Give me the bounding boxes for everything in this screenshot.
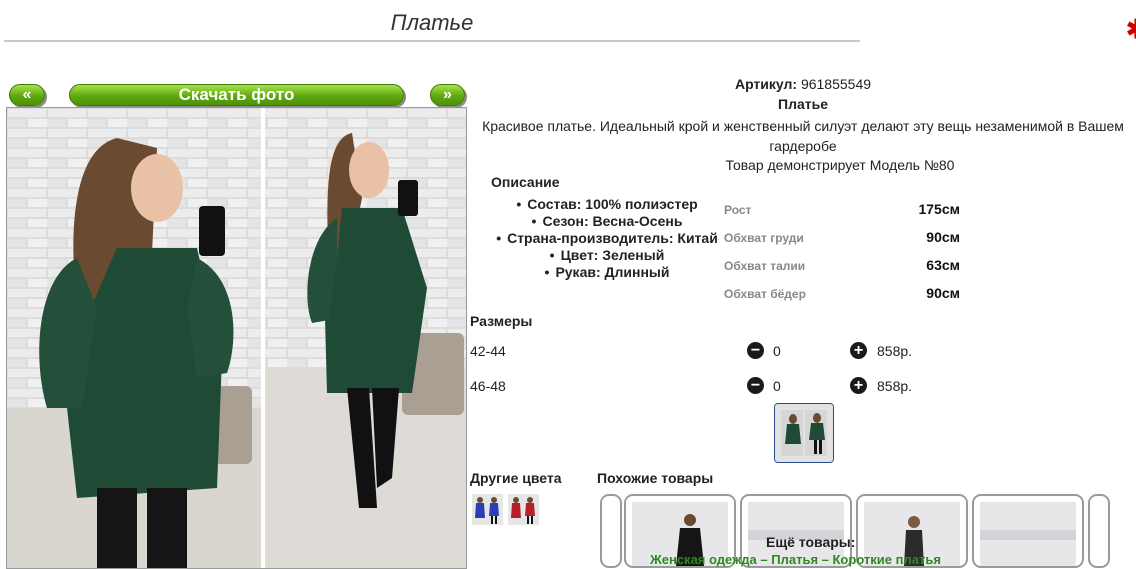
- measurement-row: Обхват бёдер 90см: [724, 285, 960, 305]
- size-row: 42-44 − 0 + 858р.: [470, 340, 950, 362]
- attribute-list: Состав: 100% полиэстер Сезон: Весна-Осен…: [472, 196, 742, 281]
- attribute-item: Цвет: Зеленый: [472, 247, 742, 264]
- measurement-value: 90см: [926, 229, 960, 245]
- product-name: Платье: [778, 96, 828, 112]
- article-value: 961855549: [800, 76, 872, 92]
- size-quantity: 0: [773, 378, 781, 394]
- size-price: 858р.: [877, 378, 913, 394]
- logo-fragment-icon: ✱: [1126, 14, 1136, 44]
- measurement-row: Обхват талии 63см: [724, 257, 960, 277]
- attribute-item: Страна-производитель: Китай: [472, 230, 742, 247]
- other-colors-heading: Другие цвета: [470, 470, 562, 486]
- page-title: Платье: [390, 10, 474, 35]
- more-products-heading: Ещё товары:: [766, 534, 856, 550]
- article-label: Артикул:: [734, 76, 798, 92]
- measurement-row: Рост 175см: [724, 201, 960, 221]
- carousel-next-card[interactable]: [1088, 494, 1110, 568]
- size-label: 46-48: [470, 378, 506, 394]
- plus-circle-icon[interactable]: +: [850, 342, 867, 359]
- product-description: Красивое платье. Идеальный крой и женств…: [482, 118, 1124, 154]
- size-price: 858р.: [877, 343, 913, 359]
- size-row: 46-48 − 0 + 858р.: [470, 375, 950, 397]
- measurement-label: Обхват талии: [724, 259, 806, 273]
- minus-circle-icon[interactable]: −: [747, 377, 764, 394]
- color-variant-image: [508, 494, 539, 525]
- product-photo[interactable]: [6, 107, 467, 569]
- thumbnail-image: [775, 404, 833, 462]
- measurement-row: Обхват груди 90см: [724, 229, 960, 249]
- plus-circle-icon[interactable]: +: [850, 377, 867, 394]
- article-line: Артикул: 961855549: [470, 76, 1136, 92]
- size-quantity: 0: [773, 343, 781, 359]
- attribute-item: Состав: 100% полиэстер: [472, 196, 742, 213]
- carousel-prev-card[interactable]: [600, 494, 622, 568]
- download-photo-button[interactable]: Скачать фото: [69, 84, 404, 106]
- measurement-label: Рост: [724, 203, 752, 217]
- size-label: 42-44: [470, 343, 506, 359]
- product-photo-image: [7, 108, 466, 568]
- color-variant-image: [472, 494, 503, 525]
- measurement-label: Обхват бёдер: [724, 287, 806, 301]
- measurement-label: Обхват груди: [724, 231, 804, 245]
- minus-circle-icon[interactable]: −: [747, 342, 764, 359]
- similar-products-heading: Похожие товары: [597, 470, 714, 486]
- similar-product-image: [980, 502, 1076, 566]
- next-photo-button[interactable]: »: [430, 84, 465, 106]
- prev-photo-button[interactable]: «: [9, 84, 45, 106]
- color-variant-red[interactable]: [508, 494, 539, 525]
- title-divider: [4, 40, 860, 42]
- measurement-value: 63см: [926, 257, 960, 273]
- attribute-item: Рукав: Длинный: [472, 264, 742, 281]
- description-heading: Описание: [491, 174, 560, 190]
- sizes-heading: Размеры: [470, 313, 533, 329]
- color-variant-blue[interactable]: [472, 494, 503, 525]
- selected-photo-thumbnail[interactable]: [774, 403, 834, 463]
- measurement-value: 175см: [918, 201, 960, 217]
- measurement-value: 90см: [926, 285, 960, 301]
- model-text: Товар демонстрирует Модель №80: [725, 157, 955, 173]
- attribute-item: Сезон: Весна-Осень: [472, 213, 742, 230]
